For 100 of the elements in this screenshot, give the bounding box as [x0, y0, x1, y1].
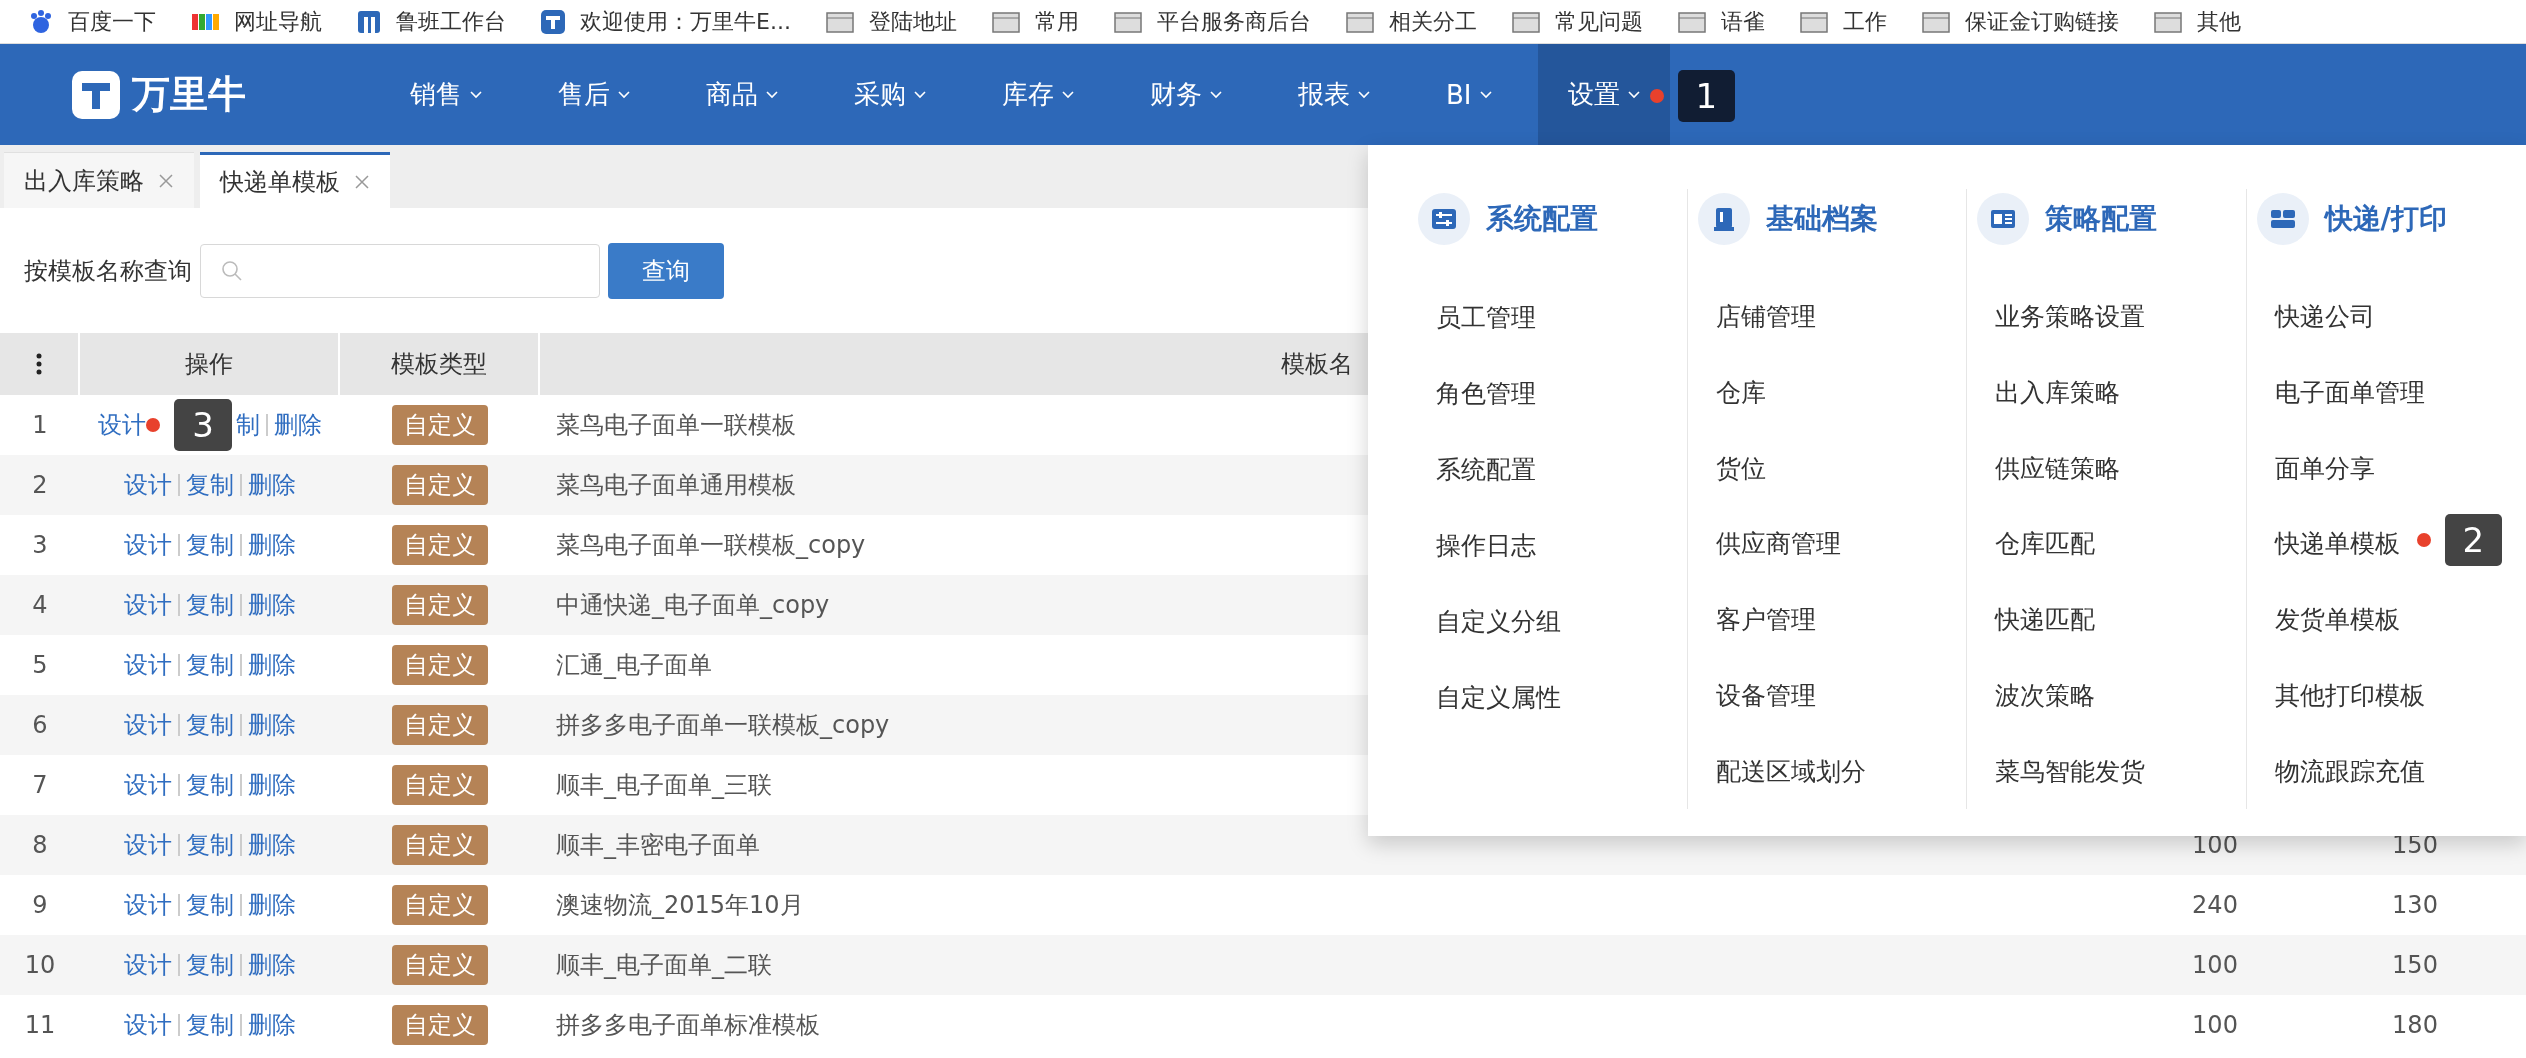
row-number: 8 [32, 831, 48, 859]
nav-menu-item[interactable]: 销售 [380, 44, 512, 145]
menu-item[interactable]: 物流跟踪充值 [2274, 754, 2425, 788]
menu-item[interactable]: 仓库 [1715, 375, 1766, 409]
menu-item[interactable]: 电子面单管理 [2274, 375, 2425, 409]
nav-menu-item[interactable]: 采购 [824, 44, 956, 145]
bookmark-link[interactable]: 语雀 [1720, 6, 1765, 37]
action-link[interactable]: 删除 [248, 469, 296, 501]
action-link[interactable]: 设计 [124, 469, 172, 501]
action-link[interactable]: 删除 [248, 1009, 296, 1041]
folder-icon [2152, 9, 2183, 34]
action-link[interactable]: 复制 [186, 769, 234, 801]
nav-menu-item[interactable]: 库存 [972, 44, 1104, 145]
bookmark-link[interactable]: 百度一下 [68, 6, 156, 37]
action-link[interactable]: 复制 [186, 529, 234, 561]
close-icon[interactable] [354, 173, 370, 190]
action-link[interactable]: 复制 [186, 889, 234, 921]
template-name-cell-text: 拼多多电子面单标准模板 [555, 1010, 820, 1041]
bookmark-link[interactable]: 平台服务商后台 [1156, 6, 1311, 37]
menu-item[interactable]: 货位 [1715, 451, 1766, 485]
menu-item[interactable]: 自定义分组 [1436, 604, 1561, 638]
action-link[interactable]: 设计 [124, 1009, 172, 1041]
bookmark-link[interactable]: 常用 [1034, 6, 1079, 37]
more-vertical-icon[interactable] [36, 353, 42, 375]
bookmark-link[interactable]: 欢迎使用：万里牛E... [580, 6, 791, 37]
search-field[interactable] [200, 243, 600, 298]
template-name-cell-text: 顺丰_电子面单_二联 [555, 950, 772, 981]
action-link[interactable]: 设计 [124, 529, 172, 561]
menu-item[interactable]: 供应链策略 [1995, 451, 2120, 485]
chevron-down-icon [618, 90, 630, 99]
menu-item[interactable]: 操作日志 [1436, 528, 1536, 562]
menu-item[interactable]: 发货单模板 [2274, 603, 2400, 637]
menu-item[interactable]: 系统配置 [1436, 452, 1536, 486]
action-link[interactable]: 删除 [248, 589, 296, 621]
action-link[interactable]: 复制 [186, 589, 234, 621]
action-link[interactable]: 设计 [124, 709, 172, 741]
nav-menu-item[interactable]: 商品 [676, 44, 808, 145]
action-link[interactable]: 删除 [248, 769, 296, 801]
bookmark-link[interactable]: 网址导航 [234, 6, 322, 37]
menu-item[interactable]: 快递单模板 [2274, 527, 2400, 561]
nav-menu-item[interactable]: 报表 [1268, 44, 1400, 145]
action-link[interactable]: 设计 [124, 649, 172, 681]
menu-item[interactable]: 业务策略设置 [1995, 300, 2145, 334]
action-link[interactable]: 设计 [124, 949, 172, 981]
action-link[interactable]: 删除 [248, 649, 296, 681]
menu-item[interactable]: 出入库策略 [1995, 375, 2120, 409]
action-link[interactable]: 复制 [186, 1009, 234, 1041]
action-link[interactable]: 删除 [248, 949, 296, 981]
menu-item[interactable]: 店铺管理 [1715, 300, 1816, 334]
table-cell: 180 [2392, 1011, 2438, 1039]
bookmark-link[interactable]: 其他 [2196, 6, 2241, 37]
action-link[interactable]: 制 [235, 409, 260, 441]
page-tab[interactable]: 快递单模板 [200, 152, 390, 208]
bookmark-link[interactable]: 常见问题 [1554, 6, 1643, 37]
action-link[interactable]: 设计 [98, 409, 147, 441]
menu-item[interactable]: 供应商管理 [1715, 527, 1841, 561]
menu-item[interactable]: 配送区域划分 [1715, 754, 1866, 788]
menu-item[interactable]: 波次策略 [1995, 678, 2095, 712]
menu-item[interactable]: 客户管理 [1715, 603, 1816, 637]
column-header: 操作 [185, 349, 233, 380]
bookmark-link[interactable]: 鲁班工作台 [396, 6, 506, 37]
nav-menu-item[interactable]: 售后 [528, 44, 660, 145]
chevron-down-icon [1358, 90, 1370, 99]
action-link[interactable]: 复制 [186, 949, 234, 981]
menu-item[interactable]: 快递公司 [2274, 300, 2375, 334]
close-icon[interactable] [158, 172, 174, 189]
action-link[interactable]: 删除 [248, 709, 296, 741]
menu-item[interactable]: 仓库匹配 [1995, 527, 2095, 561]
action-link[interactable]: 复制 [186, 649, 234, 681]
menu-item[interactable]: 角色管理 [1436, 376, 1536, 410]
bookmark-link[interactable]: 登陆地址 [868, 6, 957, 37]
action-link[interactable]: 复制 [186, 709, 234, 741]
action-link[interactable]: 删除 [248, 889, 296, 921]
folder-icon [1510, 9, 1541, 34]
nav-menu-item[interactable]: BI [1416, 44, 1522, 145]
menu-item[interactable]: 其他打印模板 [2274, 678, 2425, 712]
action-link[interactable]: 删除 [248, 829, 296, 861]
menu-item[interactable]: 快递匹配 [1995, 603, 2095, 637]
bookmark-link[interactable]: 相关分工 [1388, 6, 1477, 37]
menu-item[interactable]: 设备管理 [1715, 678, 1816, 712]
action-link[interactable]: 删除 [248, 529, 296, 561]
action-link[interactable]: 复制 [186, 829, 234, 861]
search-button[interactable]: 查询 [608, 242, 724, 299]
table-cell: 240 [2192, 891, 2238, 919]
action-link[interactable]: 设计 [124, 829, 172, 861]
bookmark-link[interactable]: 保证金订购链接 [1964, 6, 2119, 37]
nav-menu-item[interactable]: 财务 [1120, 44, 1252, 145]
menu-item[interactable]: 面单分享 [2274, 451, 2375, 485]
menu-item[interactable]: 员工管理 [1436, 300, 1536, 334]
action-link[interactable]: 删除 [273, 409, 322, 441]
menu-item[interactable]: 菜鸟智能发货 [1995, 754, 2145, 788]
logo-text: 万里牛 [132, 71, 246, 118]
menu-item[interactable]: 自定义属性 [1436, 680, 1561, 714]
action-link[interactable]: 复制 [186, 469, 234, 501]
action-link[interactable]: 设计 [124, 889, 172, 921]
app-logo-icon [540, 8, 566, 35]
action-link[interactable]: 设计 [124, 589, 172, 621]
bookmark-link[interactable]: 工作 [1842, 6, 1887, 37]
page-tab[interactable]: 出入库策略 [4, 152, 194, 208]
action-link[interactable]: 设计 [124, 769, 172, 801]
